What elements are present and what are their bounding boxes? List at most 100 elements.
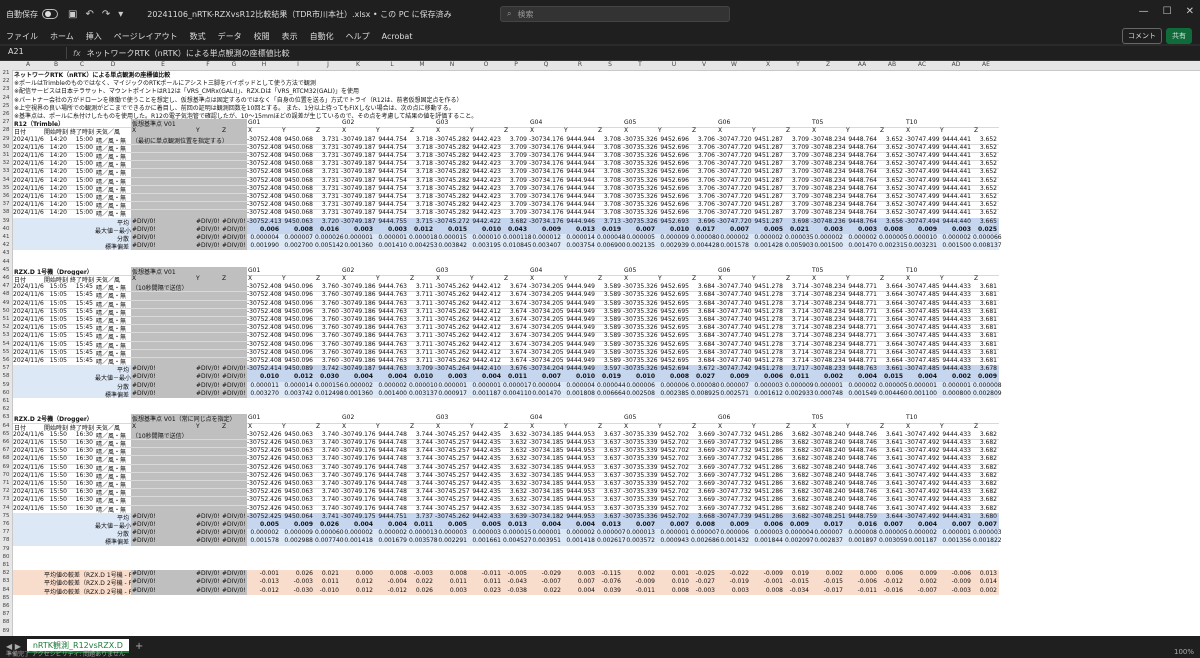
sheet-content[interactable]: ネットワークRTK（nRTK）による単点観測の座標値比較 ※ポールはTrimble… [13,70,1200,636]
row-header[interactable]: 88 [0,619,12,625]
row-header[interactable]: 43 [0,250,12,256]
row-header[interactable]: 35 [0,185,12,191]
save-icon[interactable]: ▣ [68,9,77,20]
column-header[interactable]: N [435,61,469,68]
menu-9[interactable]: ヘルプ [346,31,370,42]
column-header[interactable]: P [503,61,529,68]
comment-button[interactable]: コメント [1122,28,1162,44]
row-header[interactable]: 39 [0,218,12,224]
column-header[interactable]: Z [811,61,845,68]
menu-0[interactable]: ファイル [6,31,38,42]
menu-4[interactable]: 数式 [190,31,206,42]
row-header[interactable]: 68 [0,455,12,461]
column-header[interactable]: G [221,61,247,68]
row-header[interactable]: 86 [0,603,12,609]
close-icon[interactable]: ✕ [1186,6,1194,17]
row-header[interactable]: 71 [0,480,12,486]
row-header[interactable]: 44 [0,259,12,265]
spreadsheet-grid[interactable]: A B C D E F G H I J K L M N O P Q R S T U V W X Y Z AA AB AC AD AE 21 2… [0,61,1200,636]
row-header[interactable]: 23 [0,86,12,92]
row-header[interactable]: 41 [0,234,12,240]
row-header[interactable]: 69 [0,464,12,470]
menu-6[interactable]: 校閲 [254,31,270,42]
row-header[interactable]: 24 [0,95,12,101]
row-header[interactable]: 80 [0,554,12,560]
row-header[interactable]: 77 [0,529,12,535]
row-header[interactable]: 56 [0,357,12,363]
column-header[interactable]: T [623,61,657,68]
row-header[interactable]: 87 [0,611,12,617]
row-header[interactable]: 67 [0,447,12,453]
column-header[interactable]: AA [845,61,879,68]
share-button[interactable]: 共有 [1166,28,1192,44]
undo-icon[interactable]: ↶ [85,9,93,20]
column-header[interactable]: J [315,61,341,68]
row-header[interactable]: 78 [0,537,12,543]
menu-10[interactable]: Acrobat [382,32,413,41]
row-header[interactable]: 22 [0,78,12,84]
row-header[interactable]: 60 [0,390,12,396]
column-header[interactable]: C [69,61,95,68]
column-header[interactable]: E [131,61,195,68]
row-header[interactable]: 48 [0,291,12,297]
row-header[interactable]: 46 [0,275,12,281]
column-header[interactable]: K [341,61,375,68]
column-header[interactable]: B [43,61,69,68]
column-header[interactable]: X [751,61,785,68]
column-header[interactable]: AC [905,61,939,68]
row-header[interactable]: 70 [0,472,12,478]
row-header[interactable]: 53 [0,332,12,338]
row-header[interactable]: 52 [0,324,12,330]
zoom-level[interactable]: 100% [1174,648,1194,656]
row-header[interactable]: 40 [0,226,12,232]
row-header[interactable]: 51 [0,316,12,322]
autosave-toggle[interactable] [42,9,58,19]
row-header[interactable]: 76 [0,521,12,527]
column-header[interactable]: U [657,61,691,68]
column-header[interactable]: A [13,61,43,68]
row-header[interactable]: 58 [0,373,12,379]
row-header[interactable]: 21 [0,70,12,76]
row-header[interactable]: 54 [0,341,12,347]
row-header[interactable]: 73 [0,496,12,502]
row-header[interactable]: 74 [0,505,12,511]
row-header[interactable]: 89 [0,628,12,634]
column-header[interactable]: M [409,61,435,68]
row-header[interactable]: 79 [0,546,12,552]
column-header[interactable]: F [195,61,221,68]
row-header[interactable]: 65 [0,431,12,437]
row-header[interactable]: 50 [0,308,12,314]
column-header[interactable]: I [281,61,315,68]
column-header[interactable]: D [95,61,131,68]
redo-icon[interactable]: ↷ [102,9,110,20]
menu-8[interactable]: 自動化 [310,31,334,42]
row-header[interactable]: 25 [0,103,12,109]
search-input[interactable]: ⌕ 検索 [500,6,730,22]
row-header[interactable]: 63 [0,414,12,420]
row-header[interactable]: 57 [0,365,12,371]
maximize-icon[interactable]: ☐ [1163,6,1172,17]
column-header[interactable]: AD [939,61,973,68]
column-header[interactable]: H [247,61,281,68]
row-header[interactable]: 33 [0,168,12,174]
row-header[interactable]: 32 [0,160,12,166]
row-header[interactable]: 31 [0,152,12,158]
row-header[interactable]: 28 [0,127,12,133]
column-header[interactable]: R [563,61,597,68]
row-header[interactable]: 49 [0,300,12,306]
row-header[interactable]: 27 [0,119,12,125]
row-header[interactable]: 38 [0,209,12,215]
row-header[interactable]: 83 [0,578,12,584]
row-header[interactable]: 36 [0,193,12,199]
row-header[interactable]: 81 [0,562,12,568]
column-header[interactable]: S [597,61,623,68]
column-header[interactable]: W [717,61,751,68]
customize-icon[interactable]: ▾ [118,9,123,20]
menu-3[interactable]: ページレイアウト [114,31,178,42]
menu-7[interactable]: 表示 [282,31,298,42]
row-header[interactable]: 84 [0,587,12,593]
row-header[interactable]: 61 [0,398,12,404]
column-header[interactable]: L [375,61,409,68]
row-header[interactable]: 72 [0,488,12,494]
name-box[interactable]: A21 [4,47,67,59]
